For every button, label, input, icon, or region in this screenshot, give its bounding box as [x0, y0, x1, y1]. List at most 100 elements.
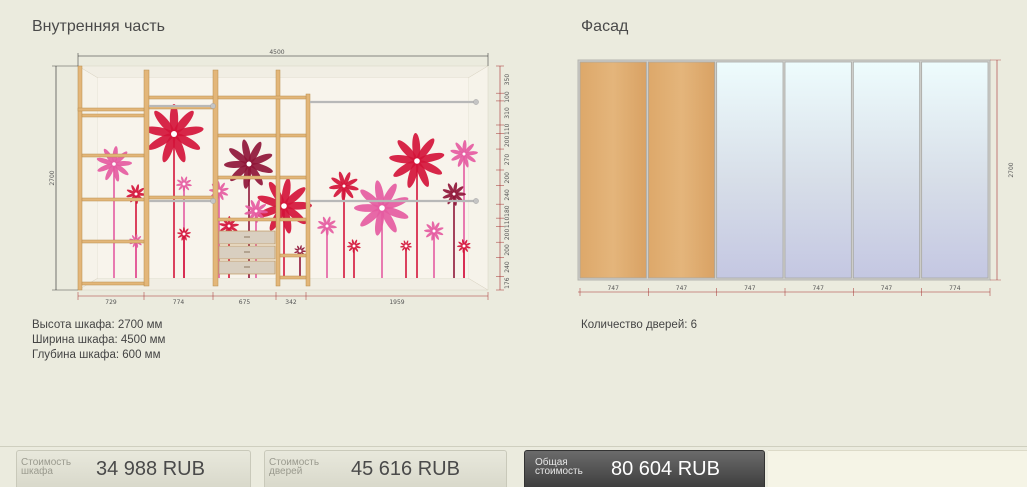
- total-price-label: Общая стоимость: [535, 457, 583, 477]
- cabinet-board: [148, 195, 214, 200]
- door-width-dim: 747: [744, 285, 756, 292]
- cabinet-board: [305, 93, 311, 287]
- flower-center: [298, 249, 302, 253]
- interior-bottom-dim: 1959: [389, 299, 404, 306]
- flower-center: [134, 192, 138, 196]
- doors-price-label: Стоимость дверей: [269, 457, 320, 477]
- rail-holder: [210, 198, 216, 204]
- interior-bottom-dim: 675: [239, 299, 251, 306]
- mirror-door: [784, 61, 852, 279]
- interior-title: Внутренняя часть: [32, 18, 165, 35]
- interior-width-label: 4500: [269, 49, 284, 56]
- rail-holder: [473, 198, 479, 204]
- door-width-dim: 747: [607, 285, 619, 292]
- bottom-right-panel: [768, 450, 1027, 487]
- door-width-dim: 774: [949, 285, 961, 292]
- cabinet-board: [148, 95, 214, 100]
- interior-right-dim: 200: [504, 172, 511, 184]
- flower-center: [404, 244, 408, 248]
- cabinet-board: [81, 153, 145, 158]
- cabinet-board: [143, 69, 150, 287]
- flower-center: [182, 182, 186, 186]
- cabinet-board: [217, 95, 307, 100]
- flower-center: [171, 131, 177, 137]
- flower-center: [462, 152, 466, 156]
- cabinet-board: [279, 275, 307, 280]
- interior-right-dim: 310: [504, 107, 511, 119]
- flower-center: [246, 161, 252, 167]
- door-width-dim: 747: [812, 285, 824, 292]
- flower-center: [452, 192, 456, 196]
- spec-depth: Глубина шкафа: 600 мм: [32, 349, 161, 361]
- cabinet-board: [275, 69, 281, 287]
- flower-center: [462, 244, 466, 248]
- spec-width: Ширина шкафа: 4500 мм: [32, 334, 166, 346]
- wardrobe-price-value: 34 988 RUB: [96, 458, 205, 480]
- flower-center: [352, 244, 356, 248]
- cabinet-board: [77, 65, 83, 291]
- cabinet-board: [279, 253, 307, 258]
- rail-holder: [210, 103, 216, 109]
- cabinet-board: [77, 107, 145, 112]
- mirror-door: [921, 61, 989, 279]
- door-width-dim: 747: [881, 285, 893, 292]
- flower-center: [379, 205, 385, 211]
- spec-height: Высота шкафа: 2700 мм: [32, 319, 163, 331]
- doors-price-box: Стоимость дверей 45 616 RUB: [264, 450, 507, 487]
- total-price-value: 80 604 RUB: [611, 458, 720, 480]
- rail-holder: [473, 99, 479, 105]
- flower-center: [325, 224, 329, 228]
- mirror-door: [716, 61, 784, 279]
- flower-center: [112, 162, 116, 166]
- total-price-box: Общая стоимость 80 604 RUB: [524, 450, 765, 487]
- interior-right-dim: 180: [504, 205, 511, 217]
- door-width-dim: 747: [676, 285, 688, 292]
- wardrobe-price-label: Стоимость шкафа: [21, 457, 72, 477]
- interior-right-dim: 200: [504, 229, 511, 241]
- wood-door: [647, 61, 716, 279]
- cabinet-board: [81, 197, 145, 202]
- flower-center: [342, 184, 346, 188]
- wardrobe-price-box: Стоимость шкафа 34 988 RUB: [16, 450, 251, 487]
- interior-right-dim: 100: [504, 91, 511, 103]
- cabinet-board: [217, 133, 277, 138]
- interior-right-dim: 110: [504, 216, 511, 228]
- interior-right-dim: 240: [504, 261, 511, 273]
- cabinet-board: [212, 69, 219, 287]
- cabinet-board: [279, 217, 307, 222]
- flower-center: [432, 229, 436, 233]
- doors-count: Количество дверей: 6: [581, 319, 698, 331]
- flower-center: [414, 158, 420, 164]
- interior-height-label: 2700: [49, 170, 56, 185]
- interior-right-dim: 110: [504, 123, 511, 135]
- cabinet-board: [81, 113, 145, 118]
- interior-right-dim: 176: [504, 277, 511, 289]
- interior-right-dim: 240: [504, 189, 511, 201]
- cabinet-board: [81, 281, 145, 286]
- flower-center: [182, 232, 186, 236]
- interior-right-dim: 200: [504, 244, 511, 256]
- wood-door: [579, 61, 647, 279]
- interior-right-dim: 350: [504, 74, 511, 86]
- interior-right-dim: 200: [504, 135, 511, 147]
- facade-title: Фасад: [581, 18, 629, 35]
- facade-height-label: 2700: [1008, 162, 1015, 177]
- doors-price-value: 45 616 RUB: [351, 458, 460, 480]
- cabinet-board: [279, 133, 307, 138]
- interior-right-dim: 270: [504, 154, 511, 166]
- interior-bottom-dim: 774: [173, 299, 185, 306]
- mirror-door: [852, 61, 921, 279]
- cabinet-board: [81, 239, 145, 244]
- interior-bottom-dim: 342: [285, 299, 297, 306]
- interior-drawing[interactable]: 4500 2700 729 774 675 342 1959 350 100 310 110 20…: [44, 46, 524, 306]
- flower-center: [254, 209, 258, 213]
- flower-center: [281, 203, 287, 209]
- price-bar: Стоимость шкафа 34 988 RUB Стоимость две…: [0, 446, 1027, 487]
- flower-center: [227, 224, 231, 228]
- cabinet-board: [217, 175, 277, 180]
- cabinet-board: [279, 175, 307, 180]
- wardrobe-specs: Высота шкафа: 2700 мм Ширина шкафа: 4500…: [32, 318, 165, 363]
- cabinet-board: [217, 217, 277, 222]
- facade-drawing[interactable]: 2700 747 747 747 747 747 774: [572, 52, 1027, 302]
- interior-bottom-dim: 729: [105, 299, 117, 306]
